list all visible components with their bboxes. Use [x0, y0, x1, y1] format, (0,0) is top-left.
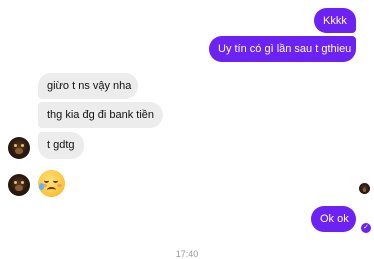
holding-back-tears-emoji-icon[interactable]: [38, 170, 65, 197]
message-text: Uy tín có gì lần sau t gthieu: [218, 43, 352, 55]
message-text: Kkkk: [323, 15, 347, 27]
message-bubble-incoming[interactable]: t gdtg: [38, 132, 84, 159]
message-text: t gdtg: [47, 139, 75, 151]
message-text: thg kia đg đi bank tiền: [47, 109, 155, 121]
message-bubble-incoming[interactable]: giừo t ns vậy nha: [38, 73, 138, 99]
message-bubble-incoming[interactable]: thg kia đg đi bank tiền: [38, 102, 163, 128]
message-bubble-outgoing[interactable]: Kkkk: [314, 8, 356, 33]
timestamp: 17:40: [175, 249, 199, 259]
contact-avatar[interactable]: [8, 174, 30, 196]
seen-avatar: [359, 183, 370, 194]
message-bubble-outgoing[interactable]: Ok ok: [311, 206, 356, 232]
message-bubble-outgoing[interactable]: Uy tín có gì lần sau t gthieu: [209, 36, 356, 62]
read-receipt-check-icon: ✓: [361, 223, 371, 233]
message-text: giừo t ns vậy nha: [47, 80, 132, 92]
message-text: Ok ok: [320, 213, 349, 225]
contact-avatar[interactable]: [8, 137, 30, 159]
